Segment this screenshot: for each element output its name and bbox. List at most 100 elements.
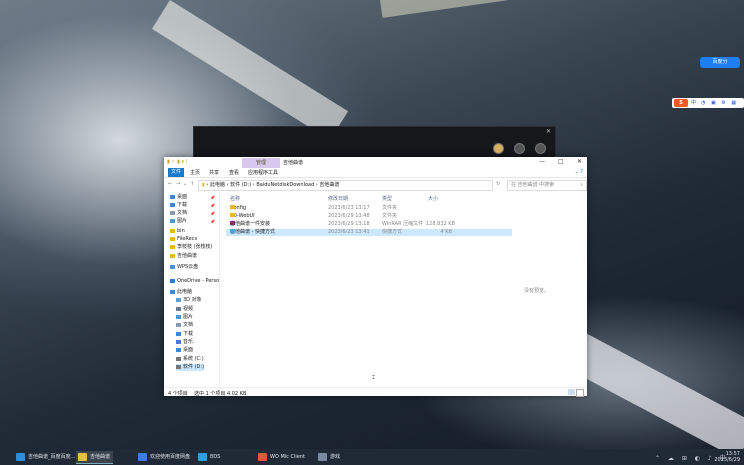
file-name-text: 吉他曲谱一件安装: [230, 221, 271, 227]
nav-item[interactable]: 音乐: [176, 339, 193, 346]
nav-item[interactable]: 吉他曲谱: [170, 253, 197, 260]
nav-item-label: 软件 (D:): [183, 364, 205, 370]
nav-item-label: 下载: [183, 331, 194, 337]
taskbar-item[interactable]: BDS: [196, 451, 223, 463]
wallpaper-road-stripe: [561, 330, 744, 460]
back-icon[interactable]: ←: [168, 181, 172, 187]
menu-icon[interactable]: [535, 143, 546, 154]
search-icon: ⌕: [580, 182, 583, 188]
folder-icon: [170, 228, 175, 233]
nav-item[interactable]: 软件 (D:): [176, 364, 205, 371]
up-icon[interactable]: ↑: [190, 181, 194, 187]
tab-app-tools[interactable]: 应用程序工具: [248, 169, 278, 176]
preview-pane-message: 没有预览。: [524, 288, 550, 294]
3d-objects-icon: [176, 297, 181, 302]
baidu-netdisk-float-button[interactable]: 百度分: [700, 57, 740, 68]
file-date: 2023/6/23 13:17: [328, 205, 370, 211]
background-app-window[interactable]: ✕: [193, 126, 556, 160]
nav-item[interactable]: 3D 对象: [176, 297, 202, 304]
details-view-icon[interactable]: [568, 389, 575, 395]
settings-icon[interactable]: [514, 143, 525, 154]
column-header-date[interactable]: 修改日期: [328, 195, 348, 202]
sogou-ime-icon[interactable]: S: [674, 99, 688, 107]
documents-icon: [176, 322, 181, 327]
tab-home[interactable]: 主页: [190, 169, 200, 176]
nav-item[interactable]: 系统 (C:): [176, 356, 204, 363]
nav-item[interactable]: bin: [170, 228, 185, 235]
close-icon[interactable]: ✕: [546, 128, 551, 135]
nav-item[interactable]: 图片: [176, 314, 193, 321]
maximize-button[interactable]: □: [558, 158, 564, 165]
nav-item[interactable]: 图片 📌: [170, 218, 215, 225]
recent-locations-icon[interactable]: ⌄: [183, 181, 187, 187]
nav-item[interactable]: 桌面: [176, 347, 193, 354]
nav-item-label: 文档: [183, 322, 194, 328]
file-row[interactable]: 吉他曲谱一件安装 2023/6/29 13:18 WinRAR 压缩文件 128,83…: [226, 221, 512, 228]
folder-icon: [170, 236, 175, 241]
desktop-icon: [170, 194, 175, 199]
nav-item-label: bin: [177, 228, 185, 234]
pin-icon[interactable]: 📌: [210, 202, 215, 209]
pin-icon[interactable]: 📌: [210, 194, 215, 201]
column-header-name[interactable]: 名称: [230, 195, 240, 202]
tab-view[interactable]: 查看: [229, 169, 239, 176]
tab-share[interactable]: 共享: [209, 169, 219, 176]
taskbar-clock[interactable]: 13:57 2023/6/29: [714, 451, 740, 463]
nav-item-label: 视频: [183, 306, 194, 312]
address-path[interactable]: › 此电脑 › 软件 (D:) › BaiduNetdiskDownload ›…: [206, 182, 339, 188]
nav-item-label: 音乐: [183, 339, 194, 345]
file-explorer-window[interactable]: ▮ ✓ ▮ ▾ | 管理 吉他曲谱 — □ ✕ 文件 主页 共享 查看 应用程序…: [164, 157, 587, 397]
nav-item[interactable]: FileRecv: [170, 236, 197, 243]
file-size: 128,832 KB: [426, 221, 455, 227]
file-row[interactable]: SD-WebUI 2023/6/29 13:48 文件夹: [226, 213, 512, 220]
taskbar-item[interactable]: 欢迎使用百度网盘: [136, 451, 193, 463]
nav-item[interactable]: 下载 📌: [170, 202, 215, 209]
column-header-size[interactable]: 大小: [428, 195, 438, 202]
close-button[interactable]: ✕: [577, 158, 582, 165]
minimize-button[interactable]: —: [539, 158, 545, 165]
nav-item[interactable]: 文档 📌: [170, 210, 215, 217]
file-name: 吉他曲谱 - 快捷方式: [230, 229, 275, 236]
ime-tools-icon[interactable]: ◔ ▣ ⚙ ▦: [701, 99, 738, 107]
address-bar[interactable]: ▮ › 此电脑 › 软件 (D:) › BaiduNetdiskDownload…: [198, 180, 493, 191]
file-row[interactable]: 吉他曲谱 - 快捷方式 2023/6/23 13:41 快捷方式 4 KB: [226, 229, 512, 236]
music-icon: [176, 339, 181, 344]
clock-date: 2023/6/29: [714, 457, 740, 463]
pin-icon[interactable]: 📌: [210, 210, 215, 217]
pin-icon[interactable]: 📌: [210, 218, 215, 225]
avatar[interactable]: [493, 143, 504, 154]
taskbar: 吉他曲谱_百度百度... 吉他曲谱 欢迎使用百度网盘 BDS WO Mic Client…: [0, 449, 744, 465]
nav-item-label: 下载: [177, 202, 188, 208]
ime-language-toggle[interactable]: 中: [691, 99, 696, 107]
tab-manage-context[interactable]: 管理: [242, 158, 280, 168]
taskbar-item-label: WO Mic Client: [270, 454, 305, 460]
ribbon-expand-icon[interactable]: ⌄ ?: [575, 169, 583, 175]
taskbar-item[interactable]: WO Mic Client: [256, 451, 308, 463]
nav-item[interactable]: WPS云盘: [170, 264, 198, 271]
taskbar-item[interactable]: 吉他曲谱_百度百度...: [14, 451, 78, 463]
forward-icon[interactable]: →: [176, 181, 180, 187]
search-input[interactable]: 在 吉他曲谱 中搜索 ⌕: [507, 180, 587, 191]
nav-item[interactable]: 文档: [176, 322, 193, 329]
taskbar-item[interactable]: 游戏: [316, 451, 343, 463]
taskbar-item[interactable]: 吉他曲谱: [76, 451, 114, 464]
navigation-pane[interactable]: 桌面 📌 下载 📌 文档 📌 图片 📌 bin FileRecv 李枝枝 (张枝枝) 吉他曲谱 WPS云…: [164, 192, 220, 385]
refresh-icon[interactable]: ↻: [496, 181, 500, 187]
nav-item[interactable]: 视频: [176, 306, 193, 313]
ime-toolbar[interactable]: S 中 ◔ ▣ ⚙ ▦: [672, 98, 744, 108]
nav-item[interactable]: 桌面 📌: [170, 194, 215, 201]
file-date: 2023/6/29 13:48: [328, 213, 370, 219]
nav-item[interactable]: OneDrive - Perso: [170, 278, 219, 285]
onedrive-icon: [170, 278, 175, 283]
nav-item[interactable]: 此电脑: [170, 289, 192, 296]
nav-item[interactable]: 下载: [176, 331, 193, 338]
tab-file[interactable]: 文件: [168, 168, 185, 177]
file-list[interactable]: 名称 修改日期 类型 大小 Config 2023/6/23 13:17 文件夹 SD…: [222, 192, 587, 385]
microphone-icon: [258, 453, 267, 461]
file-row[interactable]: Config 2023/6/23 13:17 文件夹: [226, 205, 512, 212]
nav-item[interactable]: 李枝枝 (张枝枝): [170, 244, 213, 251]
column-header-type[interactable]: 类型: [382, 195, 392, 202]
quick-access-toolbar-icons[interactable]: ▮ ✓ ▮ ▾ |: [167, 159, 187, 165]
title-bar[interactable]: ▮ ✓ ▮ ▾ | 管理 吉他曲谱 — □ ✕: [164, 157, 587, 168]
large-icons-view-icon[interactable]: [576, 389, 584, 397]
